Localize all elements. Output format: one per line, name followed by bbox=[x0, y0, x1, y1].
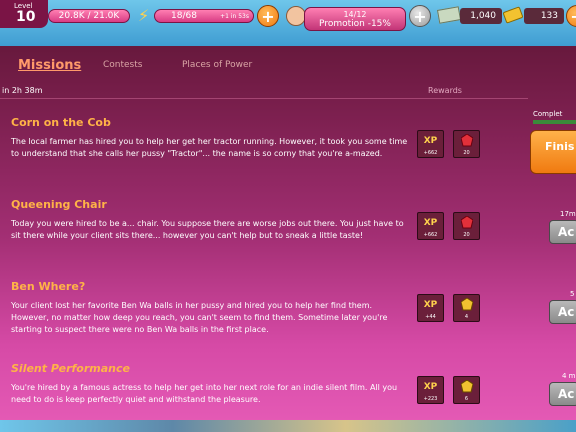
xp-label: XP bbox=[423, 300, 438, 310]
mission-time: 5 bbox=[570, 290, 575, 298]
mission-title: Silent Performance bbox=[11, 362, 130, 375]
accept-button[interactable]: Ac bbox=[549, 382, 576, 406]
koban-icon bbox=[502, 6, 524, 24]
mission-item: Silent Performance You're hired by a fam… bbox=[11, 362, 411, 406]
koban-pill: 133 bbox=[524, 8, 564, 24]
gold-gem-icon bbox=[461, 380, 473, 393]
xp-reward: XP +223 bbox=[417, 376, 444, 404]
accept-label: Ac bbox=[558, 387, 575, 401]
complete-label: Complet bbox=[533, 110, 563, 118]
accept-label: Ac bbox=[558, 305, 575, 319]
complete-progress bbox=[533, 120, 576, 124]
xp-label: XP bbox=[423, 136, 438, 146]
mission-item: Ben Where? Your client lost her favorite… bbox=[11, 280, 411, 336]
xp-label: XP bbox=[423, 218, 438, 228]
accept-button[interactable]: Ac bbox=[549, 300, 576, 324]
top-bar: Level 10 20.8K / 21.0K ⚡ 18/68 +1 in 53s… bbox=[0, 0, 576, 46]
xp-reward: XP +662 bbox=[417, 212, 444, 240]
mission-description: The local farmer has hired you to help h… bbox=[11, 137, 408, 158]
gem-reward: 4 bbox=[453, 294, 480, 322]
finish-label: Finis bbox=[545, 140, 575, 153]
xp-bar: 20.8K / 21.0K bbox=[48, 9, 130, 23]
gem-value: 20 bbox=[463, 232, 470, 238]
tab-bar: Missions Contests Places of Power bbox=[0, 58, 576, 84]
money-icon bbox=[436, 6, 462, 24]
xp-value: +44 bbox=[425, 314, 436, 320]
money-pill: 1,040 bbox=[460, 8, 502, 24]
mission-item: Queening Chair Today you were hired to b… bbox=[11, 198, 411, 242]
mission-description: Your client lost her favorite Ben Wa bal… bbox=[11, 301, 388, 334]
xp-value: +662 bbox=[423, 232, 438, 238]
mission-description: You're hired by a famous actress to help… bbox=[11, 383, 398, 404]
energy-bar: 18/68 +1 in 53s bbox=[154, 9, 254, 23]
accept-label: Ac bbox=[558, 225, 575, 239]
rewards-header: Rewards bbox=[428, 86, 462, 95]
promotion-bar: 14/12 Promotion -15% bbox=[304, 7, 406, 31]
missions-timer: in 2h 38m bbox=[2, 86, 43, 95]
gem-reward: 20 bbox=[453, 212, 480, 240]
mission-item: Corn on the Cob The local farmer has hir… bbox=[11, 116, 411, 160]
mission-time: 17m bbox=[560, 210, 576, 218]
koban-plus-button[interactable]: + bbox=[566, 5, 576, 27]
energy-timer: +1 in 53s bbox=[220, 12, 249, 20]
gem-value: 6 bbox=[464, 396, 469, 402]
level-value: 10 bbox=[16, 9, 36, 25]
gem-value: 4 bbox=[464, 314, 469, 320]
energy-plus-button[interactable]: + bbox=[257, 5, 279, 27]
accept-button[interactable]: Ac bbox=[549, 220, 576, 244]
koban-value: 133 bbox=[540, 11, 558, 21]
xp-label: XP bbox=[423, 382, 438, 392]
red-gem-icon bbox=[461, 216, 473, 229]
mission-time: 4 m bbox=[562, 372, 576, 380]
xp-reward: XP +44 bbox=[417, 294, 444, 322]
scenery-strip bbox=[0, 420, 576, 432]
divider bbox=[0, 98, 528, 99]
gold-gem-icon bbox=[461, 298, 473, 311]
xp-value: +223 bbox=[423, 396, 438, 402]
tab-places-of-power[interactable]: Places of Power bbox=[182, 60, 252, 70]
fist-icon bbox=[286, 6, 306, 26]
money-value: 1,040 bbox=[470, 11, 496, 21]
mission-title: Corn on the Cob bbox=[11, 116, 111, 129]
mission-description: Today you were hired to be a... chair. Y… bbox=[11, 219, 404, 240]
gem-reward: 20 bbox=[453, 130, 480, 158]
xp-value: 20.8K / 21.0K bbox=[58, 11, 120, 21]
finish-button[interactable]: Finis bbox=[530, 130, 576, 174]
mission-title: Queening Chair bbox=[11, 198, 107, 211]
xp-value: +662 bbox=[423, 150, 438, 156]
energy-value: 18/68 bbox=[171, 11, 197, 21]
tab-contests[interactable]: Contests bbox=[103, 60, 142, 70]
red-gem-icon bbox=[461, 134, 473, 147]
tab-missions[interactable]: Missions bbox=[18, 58, 81, 73]
level-badge[interactable]: Level 10 bbox=[0, 0, 48, 28]
energy-icon: ⚡ bbox=[138, 6, 150, 25]
mission-title: Ben Where? bbox=[11, 280, 86, 293]
gem-value: 20 bbox=[463, 150, 470, 156]
promotion-plus-button[interactable]: + bbox=[409, 5, 431, 27]
promotion-progress: 14/12 bbox=[343, 9, 367, 19]
promotion-label: Promotion -15% bbox=[319, 18, 391, 29]
gem-reward: 6 bbox=[453, 376, 480, 404]
xp-reward: XP +662 bbox=[417, 130, 444, 158]
